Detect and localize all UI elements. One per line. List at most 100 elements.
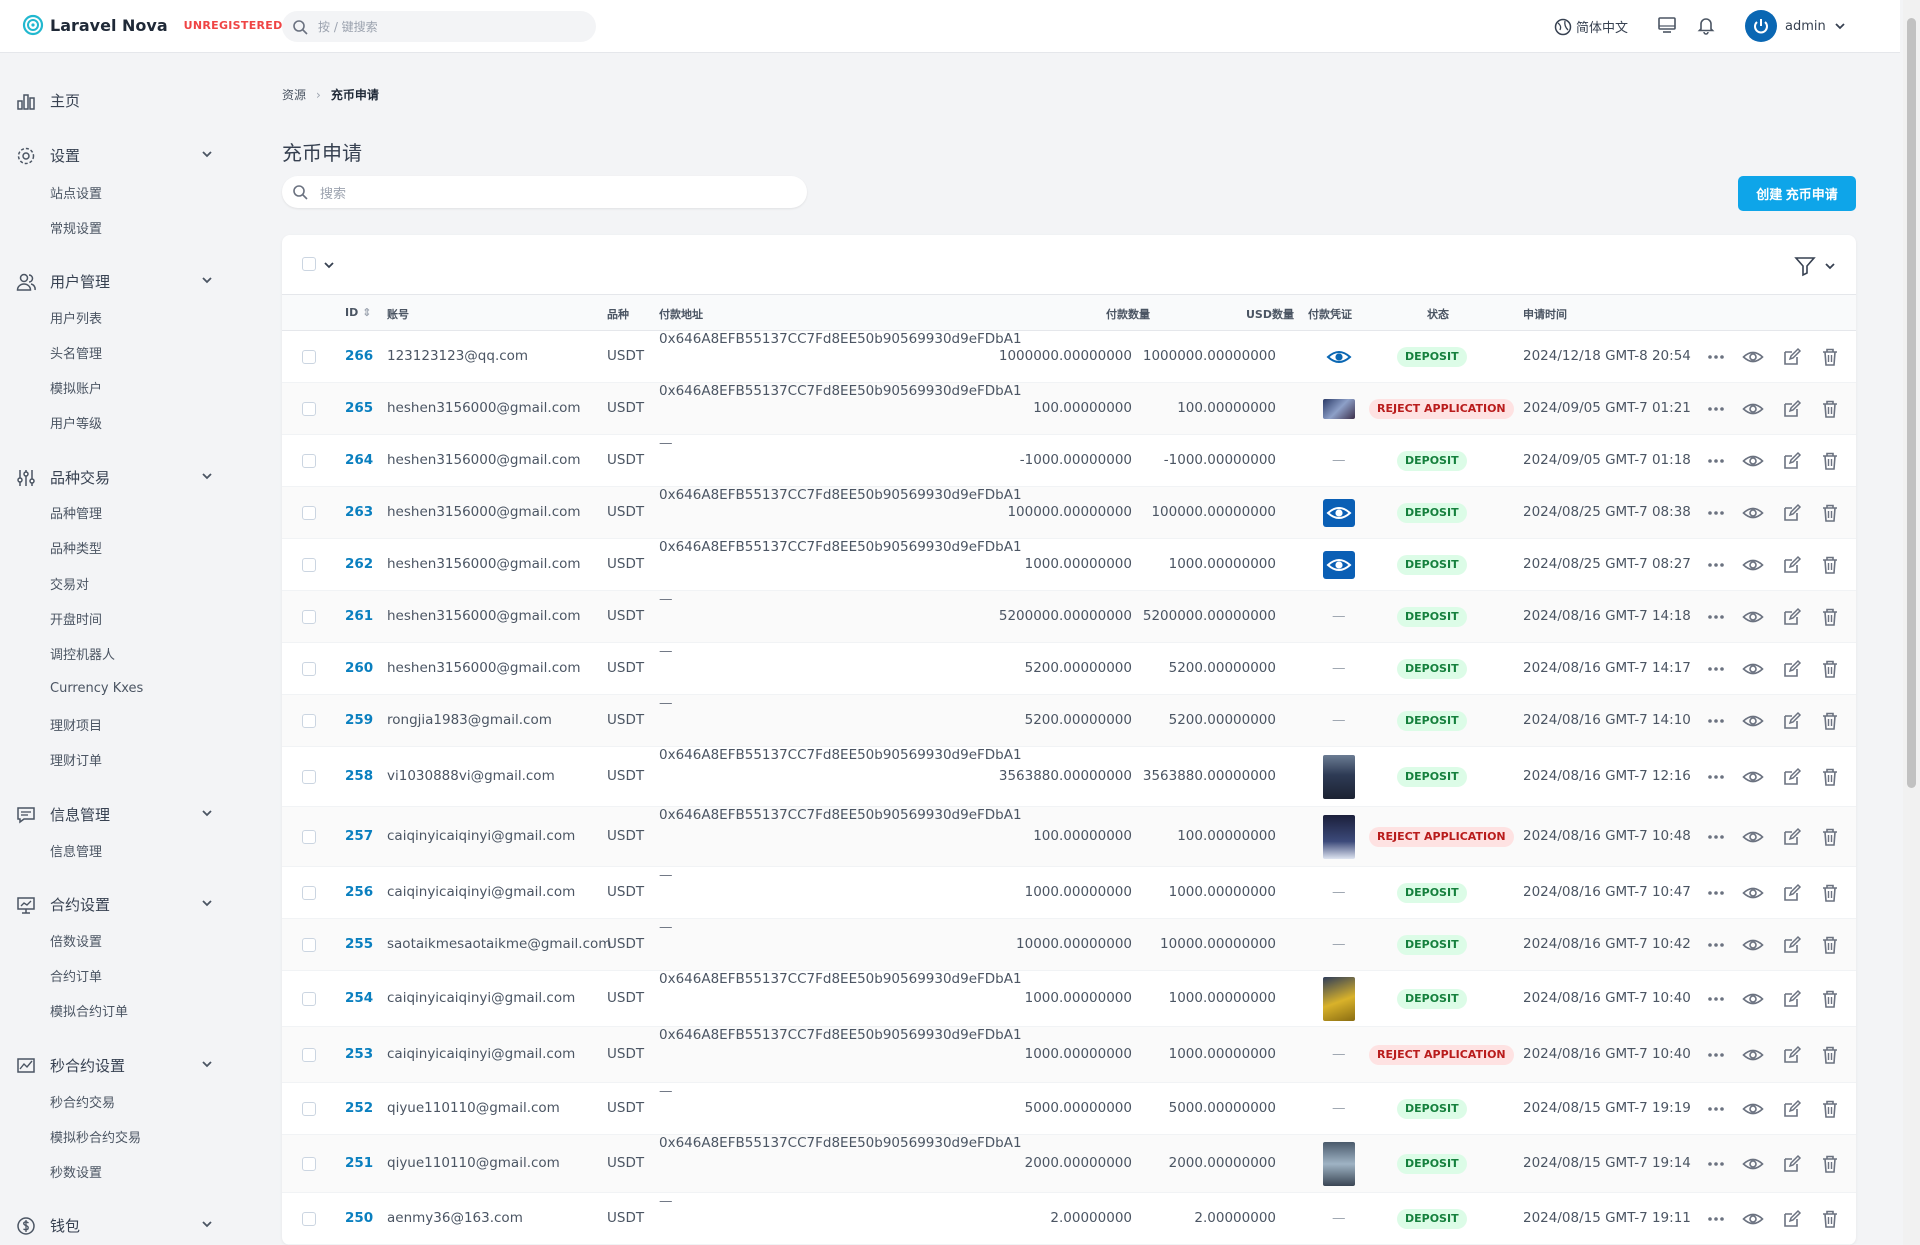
sidebar-item-head-management[interactable]: 头名管理	[50, 343, 102, 362]
eye-icon[interactable]	[1742, 348, 1764, 366]
sidebar-group-settings[interactable]: 设置	[16, 145, 216, 166]
table-row[interactable]: 261 heshen3156000@gmail.com USDT — 52000…	[282, 591, 1856, 643]
sidebar-item-product-management[interactable]: 品种管理	[50, 503, 102, 522]
eye-icon[interactable]	[1742, 660, 1764, 678]
row-checkbox[interactable]	[302, 1212, 316, 1226]
eye-icon[interactable]	[1742, 1046, 1764, 1064]
row-id-link[interactable]: 260	[345, 660, 373, 676]
more-horizontal-icon[interactable]	[1707, 405, 1725, 413]
sidebar-item-demo-second-contract-trades[interactable]: 模拟秒合约交易	[50, 1127, 141, 1146]
trash-icon[interactable]	[1821, 883, 1839, 903]
sidebar-item-user-levels[interactable]: 用户等级	[50, 413, 102, 432]
sidebar-item-general-settings[interactable]: 常规设置	[50, 218, 102, 237]
trash-icon[interactable]	[1821, 451, 1839, 471]
trash-icon[interactable]	[1821, 607, 1839, 627]
row-checkbox[interactable]	[302, 610, 316, 624]
sidebar-item-finance-projects[interactable]: 理财项目	[50, 715, 102, 734]
row-checkbox[interactable]	[302, 662, 316, 676]
table-row[interactable]: 263 heshen3156000@gmail.com USDT 0x646A8…	[282, 487, 1856, 539]
row-id-link[interactable]: 253	[345, 1046, 373, 1062]
monitor-icon[interactable]	[1657, 15, 1677, 35]
select-all-checkbox[interactable]	[302, 257, 316, 271]
page-scrollbar[interactable]	[1903, 0, 1920, 1245]
sidebar-group-trading[interactable]: 品种交易	[16, 467, 216, 488]
trash-icon[interactable]	[1821, 555, 1839, 575]
edit-icon[interactable]	[1782, 1154, 1802, 1174]
sidebar-item-finance-orders[interactable]: 理财订单	[50, 750, 102, 769]
global-search-input[interactable]: 按 / 键搜索	[282, 11, 596, 42]
table-row[interactable]: 253 caiqinyicaiqinyi@gmail.com USDT 0x64…	[282, 1027, 1856, 1083]
sidebar-item-demo-accounts[interactable]: 模拟账户	[50, 378, 102, 397]
trash-icon[interactable]	[1821, 711, 1839, 731]
scrollbar-thumb[interactable]	[1907, 18, 1916, 788]
edit-icon[interactable]	[1782, 659, 1802, 679]
row-id-link[interactable]: 262	[345, 556, 373, 572]
trash-icon[interactable]	[1821, 1209, 1839, 1229]
row-checkbox[interactable]	[302, 1048, 316, 1062]
proof-thumbnail[interactable]	[1323, 977, 1355, 1021]
trash-icon[interactable]	[1821, 503, 1839, 523]
eye-icon[interactable]	[1742, 936, 1764, 954]
table-row[interactable]: 250 aenmy36@163.com USDT — 2.00000000 2.…	[282, 1193, 1856, 1245]
row-checkbox[interactable]	[302, 830, 316, 844]
eye-icon[interactable]	[1742, 884, 1764, 902]
edit-icon[interactable]	[1782, 989, 1802, 1009]
trash-icon[interactable]	[1821, 399, 1839, 419]
more-horizontal-icon[interactable]	[1707, 561, 1725, 569]
sidebar-item-second-contract-trades[interactable]: 秒合约交易	[50, 1092, 115, 1111]
eye-icon[interactable]	[1742, 768, 1764, 786]
more-horizontal-icon[interactable]	[1707, 889, 1725, 897]
eye-icon[interactable]	[1742, 1100, 1764, 1118]
row-checkbox[interactable]	[302, 886, 316, 900]
more-horizontal-icon[interactable]	[1707, 941, 1725, 949]
table-row[interactable]: 251 qiyue110110@gmail.com USDT 0x646A8EF…	[282, 1135, 1856, 1193]
table-row[interactable]: 266 123123123@qq.com USDT 0x646A8EFB5513…	[282, 331, 1856, 383]
row-id-link[interactable]: 254	[345, 990, 373, 1006]
row-id-link[interactable]: 257	[345, 828, 373, 844]
row-checkbox[interactable]	[302, 402, 316, 416]
eye-icon[interactable]	[1742, 400, 1764, 418]
eye-icon[interactable]	[1742, 608, 1764, 626]
language-switcher[interactable]: 简体中文	[1554, 17, 1628, 36]
create-deposit-request-button[interactable]: 创建 充币申请	[1738, 176, 1856, 211]
eye-icon[interactable]	[1742, 452, 1764, 470]
sidebar-item-currency-kxes[interactable]: Currency Kxes	[50, 681, 143, 696]
more-horizontal-icon[interactable]	[1707, 353, 1725, 361]
eye-icon[interactable]	[1742, 828, 1764, 846]
more-horizontal-icon[interactable]	[1707, 833, 1725, 841]
chevron-down-icon[interactable]	[1824, 260, 1836, 272]
sidebar-group-messages[interactable]: 信息管理	[16, 804, 216, 825]
more-horizontal-icon[interactable]	[1707, 773, 1725, 781]
table-row[interactable]: 257 caiqinyicaiqinyi@gmail.com USDT 0x64…	[282, 807, 1856, 867]
edit-icon[interactable]	[1782, 555, 1802, 575]
more-horizontal-icon[interactable]	[1707, 1105, 1725, 1113]
edit-icon[interactable]	[1782, 1099, 1802, 1119]
row-id-link[interactable]: 250	[345, 1210, 373, 1226]
edit-icon[interactable]	[1782, 347, 1802, 367]
eye-icon[interactable]	[1742, 556, 1764, 574]
row-id-link[interactable]: 259	[345, 712, 373, 728]
table-row[interactable]: 264 heshen3156000@gmail.com USDT — -1000…	[282, 435, 1856, 487]
row-id-link[interactable]: 264	[345, 452, 373, 468]
row-id-link[interactable]: 256	[345, 884, 373, 900]
trash-icon[interactable]	[1821, 347, 1839, 367]
proof-thumbnail[interactable]	[1323, 399, 1355, 419]
edit-icon[interactable]	[1782, 451, 1802, 471]
view-proof-icon[interactable]	[1323, 499, 1355, 527]
row-checkbox[interactable]	[302, 1157, 316, 1171]
more-horizontal-icon[interactable]	[1707, 717, 1725, 725]
view-proof-icon[interactable]	[1323, 551, 1355, 579]
edit-icon[interactable]	[1782, 1045, 1802, 1065]
chevron-down-icon[interactable]	[323, 259, 335, 271]
sidebar-item-user-list[interactable]: 用户列表	[50, 308, 102, 327]
edit-icon[interactable]	[1782, 827, 1802, 847]
table-row[interactable]: 260 heshen3156000@gmail.com USDT — 5200.…	[282, 643, 1856, 695]
table-row[interactable]: 254 caiqinyicaiqinyi@gmail.com USDT 0x64…	[282, 971, 1856, 1027]
table-row[interactable]: 259 rongjia1983@gmail.com USDT — 5200.00…	[282, 695, 1856, 747]
trash-icon[interactable]	[1821, 827, 1839, 847]
trash-icon[interactable]	[1821, 935, 1839, 955]
eye-icon[interactable]	[1742, 1155, 1764, 1173]
column-id[interactable]: ID ⇕	[345, 306, 371, 319]
user-menu[interactable]: admin	[1745, 10, 1846, 42]
table-row[interactable]: 262 heshen3156000@gmail.com USDT 0x646A8…	[282, 539, 1856, 591]
